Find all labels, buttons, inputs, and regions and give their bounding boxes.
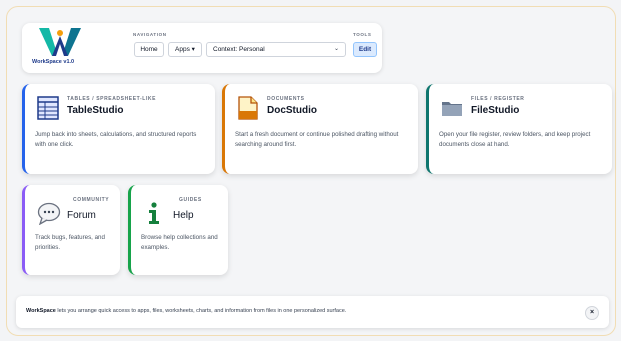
banner-brand: WorkSpace (26, 308, 56, 314)
card-description: Start a fresh document or continue polis… (235, 131, 399, 148)
context-select[interactable]: Context: Personal ⌄ (206, 42, 346, 57)
card-description: Browse help collections and examples. (141, 234, 218, 251)
tablestudio-card[interactable]: TABLES / SPREADSHEET-LIKE TableStudio Ju… (22, 84, 215, 174)
card-eyebrow: COMMUNITY (73, 197, 110, 203)
spreadsheet-icon (37, 96, 59, 120)
banner-message: lets you arrange quick access to apps, f… (55, 308, 347, 314)
docstudio-card[interactable]: DOCUMENTS DocStudio Start a fresh docume… (222, 84, 418, 174)
card-title: Help (173, 210, 194, 221)
chat-bubble-icon (37, 201, 61, 226)
info-icon (143, 201, 165, 225)
document-icon (237, 96, 259, 120)
app-name: WorkSpace v1.0 (32, 59, 75, 65)
edit-button[interactable]: Edit (353, 42, 377, 57)
workspace-logo-icon (39, 28, 81, 56)
apps-menu-button[interactable]: Apps ▾ (168, 42, 202, 57)
home-button[interactable]: Home (134, 42, 164, 57)
card-description: Open your file register, review folders,… (439, 131, 591, 148)
filestudio-card[interactable]: FILES / REGISTER FileStudio Open your fi… (426, 84, 612, 174)
card-title: TableStudio (67, 105, 124, 116)
banner-text: WorkSpace lets you arrange quick access … (26, 308, 346, 314)
card-title: Forum (67, 210, 96, 221)
close-banner-button[interactable]: × (585, 306, 599, 320)
card-description: Track bugs, features, and priorities. (35, 234, 105, 251)
info-banner: WorkSpace lets you arrange quick access … (16, 296, 609, 328)
folder-icon (441, 96, 463, 120)
top-bar: WorkSpace v1.0 NAVIGATION Home Apps ▾ Co… (22, 23, 382, 73)
card-title: FileStudio (471, 105, 520, 116)
help-card[interactable]: GUIDES Help Browse help collections and … (128, 185, 228, 275)
card-eyebrow: FILES / REGISTER (471, 96, 525, 102)
card-eyebrow: GUIDES (179, 197, 202, 203)
navigation-label: NAVIGATION (133, 32, 167, 37)
card-eyebrow: TABLES / SPREADSHEET-LIKE (67, 96, 157, 102)
tools-label: TOOLS (353, 32, 372, 37)
card-title: DocStudio (267, 105, 317, 116)
forum-card[interactable]: COMMUNITY Forum Track bugs, features, an… (22, 185, 120, 275)
workspace-logo[interactable]: WorkSpace v1.0 (30, 28, 90, 70)
card-eyebrow: DOCUMENTS (267, 96, 305, 102)
context-value: Context: Personal (213, 46, 265, 53)
card-description: Jump back into sheets, calculations, and… (35, 131, 197, 148)
chevron-down-icon: ⌄ (333, 46, 339, 52)
